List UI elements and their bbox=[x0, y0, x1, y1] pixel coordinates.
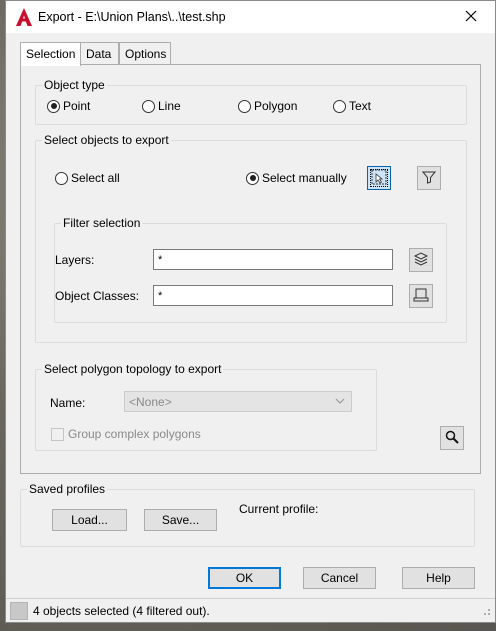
point-label: Point bbox=[63, 99, 91, 113]
radio-indicator bbox=[333, 99, 346, 113]
layers-label: Layers: bbox=[55, 253, 95, 267]
line-radio[interactable]: Line bbox=[142, 99, 181, 113]
radio-indicator bbox=[246, 171, 259, 185]
object-classes-icon bbox=[413, 287, 429, 306]
tab-data[interactable]: Data bbox=[80, 42, 119, 65]
name-label: Name: bbox=[50, 396, 86, 410]
chevron-down-icon bbox=[335, 395, 345, 409]
select-objects-title: Select objects to export bbox=[42, 133, 171, 147]
ok-label: OK bbox=[235, 571, 254, 585]
tab-options[interactable]: Options bbox=[119, 42, 171, 65]
status-indicator bbox=[10, 602, 28, 620]
saved-profiles-title: Saved profiles bbox=[27, 482, 108, 496]
ok-button[interactable]: OK bbox=[208, 567, 281, 589]
checkbox-indicator bbox=[51, 427, 64, 441]
select-all-label: Select all bbox=[71, 171, 120, 185]
magnifier-icon bbox=[445, 430, 459, 447]
title-bar[interactable]: Export - E:\Union Plans\..\test.shp bbox=[6, 1, 495, 33]
radio-indicator bbox=[55, 171, 68, 185]
layers-icon bbox=[413, 251, 429, 270]
zoom-to-topology-button[interactable] bbox=[440, 426, 464, 450]
layers-input[interactable] bbox=[153, 249, 393, 270]
resize-grip-icon[interactable] bbox=[481, 605, 491, 619]
select-manually-label: Select manually bbox=[262, 171, 347, 185]
quick-filter-button[interactable] bbox=[417, 166, 441, 190]
select-layers-button[interactable] bbox=[409, 248, 433, 272]
help-button[interactable]: Help bbox=[402, 567, 475, 589]
select-object-classes-button[interactable] bbox=[409, 284, 433, 308]
topology-name-select[interactable]: <None> bbox=[124, 391, 352, 412]
object-type-group: Object type Point Line Polygon Text bbox=[35, 78, 467, 125]
radio-indicator bbox=[238, 99, 251, 113]
select-objects-icon bbox=[371, 169, 387, 188]
filter-icon bbox=[421, 170, 437, 187]
filter-selection-group: Filter selection Layers: Object Classes: bbox=[54, 216, 447, 323]
pick-objects-button[interactable] bbox=[367, 166, 391, 190]
text-label: Text bbox=[349, 99, 372, 113]
export-dialog: Export - E:\Union Plans\..\test.shp Sele… bbox=[5, 0, 496, 623]
selection-tab-panel: Object type Point Line Polygon Text Sele… bbox=[20, 64, 481, 474]
close-button[interactable] bbox=[458, 5, 484, 29]
line-label: Line bbox=[158, 99, 181, 113]
filter-selection-title: Filter selection bbox=[61, 216, 143, 230]
current-profile-label: Current profile: bbox=[239, 502, 319, 516]
tab-selection[interactable]: Selection bbox=[20, 42, 81, 66]
polygon-topology-group: Select polygon topology to export Name: … bbox=[35, 362, 377, 451]
select-all-radio[interactable]: Select all bbox=[55, 171, 120, 185]
load-profile-button[interactable]: Load... bbox=[52, 509, 127, 531]
object-type-title: Object type bbox=[42, 78, 107, 92]
polygon-radio[interactable]: Polygon bbox=[238, 99, 297, 113]
tab-label: Data bbox=[86, 47, 112, 61]
save-profile-button[interactable]: Save... bbox=[144, 509, 217, 531]
radio-indicator bbox=[47, 99, 60, 113]
group-complex-polygons-checkbox[interactable]: Group complex polygons bbox=[51, 427, 201, 441]
save-label: Save... bbox=[161, 513, 200, 527]
object-classes-input[interactable] bbox=[153, 285, 393, 306]
polygon-topology-title: Select polygon topology to export bbox=[42, 362, 224, 376]
status-text: 4 objects selected (4 filtered out). bbox=[33, 604, 210, 618]
saved-profiles-group: Saved profiles Load... Save... Current p… bbox=[20, 482, 475, 547]
autocad-icon bbox=[16, 8, 32, 26]
object-classes-label: Object Classes: bbox=[55, 289, 140, 303]
load-label: Load... bbox=[71, 513, 108, 527]
group-complex-label: Group complex polygons bbox=[68, 427, 201, 441]
window-title: Export - E:\Union Plans\..\test.shp bbox=[38, 10, 226, 24]
select-manually-radio[interactable]: Select manually bbox=[246, 171, 347, 185]
tab-label: Selection bbox=[26, 47, 76, 61]
help-label: Help bbox=[426, 571, 451, 585]
close-icon bbox=[465, 10, 477, 25]
status-bar: 4 objects selected (4 filtered out). bbox=[6, 598, 495, 622]
cancel-label: Cancel bbox=[320, 571, 359, 585]
radio-indicator bbox=[142, 99, 155, 113]
topology-name-value: <None> bbox=[129, 395, 172, 409]
point-radio[interactable]: Point bbox=[47, 99, 90, 113]
text-radio[interactable]: Text bbox=[333, 99, 371, 113]
polygon-label: Polygon bbox=[254, 99, 298, 113]
cancel-button[interactable]: Cancel bbox=[303, 567, 376, 589]
select-objects-group: Select objects to export Select all Sele… bbox=[35, 133, 467, 343]
tab-label: Options bbox=[125, 47, 167, 61]
